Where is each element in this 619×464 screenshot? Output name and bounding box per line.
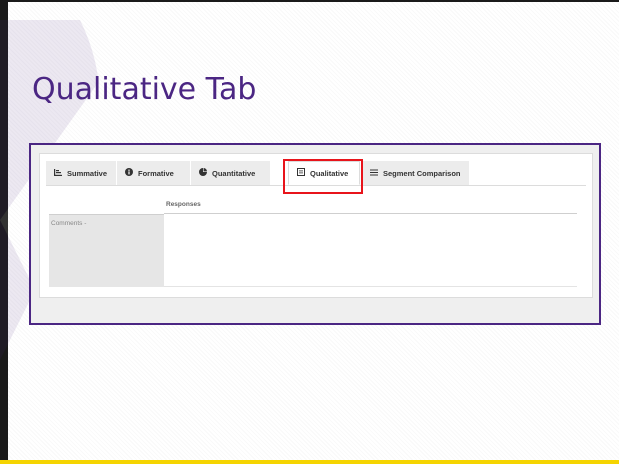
tab-label: Quantitative (212, 168, 256, 178)
tab-formative[interactable]: Formative (117, 161, 190, 185)
tab-label: Summative (67, 168, 108, 178)
tab-summative[interactable]: Summative (46, 161, 116, 185)
table-header-empty (49, 196, 164, 215)
bar-chart-icon (54, 168, 62, 178)
frame-top-border (0, 0, 619, 2)
row-label-comments: Comments - (49, 215, 164, 287)
screenshot-frame: Summative Formative Quantitative Qualita… (29, 143, 601, 325)
tab-quantitative[interactable]: Quantitative (191, 161, 270, 185)
highlight-box (283, 159, 363, 194)
tab-label: Formative (138, 168, 174, 178)
footer-accent-bar (0, 460, 619, 464)
pie-chart-icon (199, 168, 207, 178)
report-panel: Summative Formative Quantitative Qualita… (39, 153, 593, 298)
info-circle-icon (125, 168, 133, 178)
tab-bar: Summative Formative Quantitative Qualita… (46, 159, 586, 194)
slide-title: Qualitative Tab (32, 72, 257, 107)
list-lines-icon (370, 169, 378, 178)
row-response-comments (164, 215, 577, 287)
slide: Qualitative Tab Summative Formative Quan… (0, 0, 619, 464)
tab-label: Segment Comparison (383, 168, 461, 178)
tab-segment-comparison[interactable]: Segment Comparison (362, 161, 469, 185)
responses-table: Responses Comments - (49, 196, 577, 296)
table-header-responses: Responses (164, 196, 577, 214)
